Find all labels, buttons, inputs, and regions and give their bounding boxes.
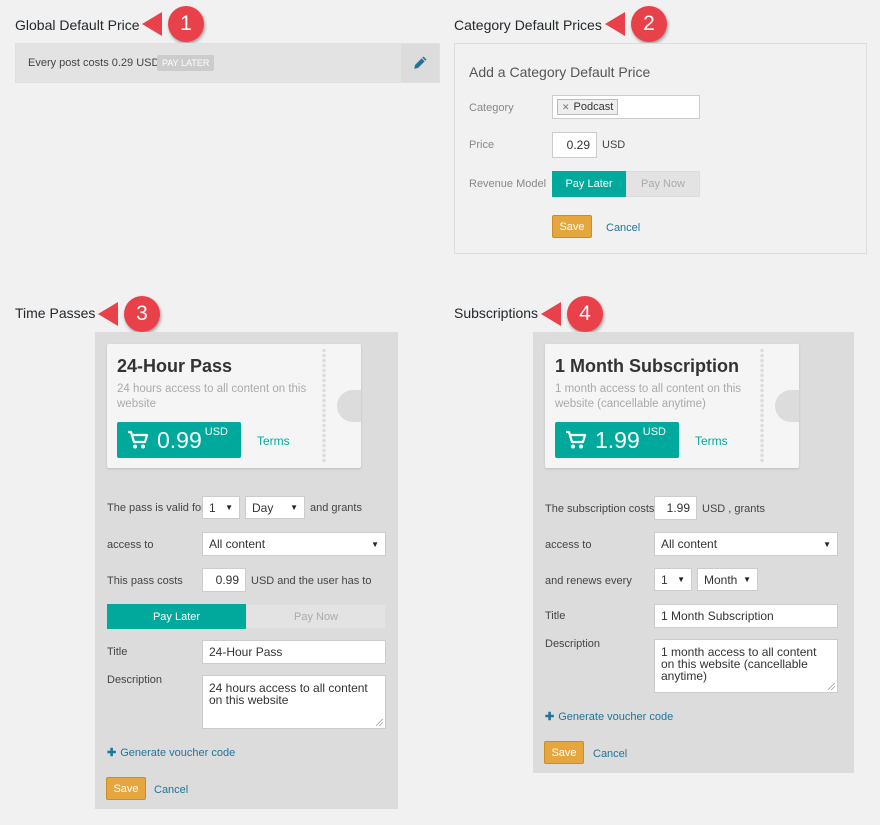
title-label: Title [107, 646, 128, 658]
description-label: Description [107, 674, 163, 686]
global-price-text: Every post costs 0.29 USD [28, 57, 160, 69]
time-pass-currency: USD [204, 426, 228, 438]
renew-unit-select[interactable]: Month ▼ [697, 568, 758, 591]
global-price-bar: Every post costs 0.29 USD PAY LATER [15, 43, 440, 83]
time-pass-buy-button[interactable]: 0.99 USD [117, 422, 241, 458]
ticket-notch [337, 390, 361, 422]
category-input[interactable]: ✕ Podcast [552, 95, 700, 119]
pass-description-textarea[interactable]: 24 hours access to all content on this w… [202, 675, 386, 729]
callout-2: 2 [605, 6, 667, 42]
access-select[interactable]: All content ▼ [202, 532, 386, 556]
time-pass-price: 0.99 [157, 426, 202, 453]
valid-for-label: The pass is valid for [107, 502, 205, 514]
cost-suffix: USD and the user has to [251, 575, 372, 587]
subscription-save-button[interactable]: Save [544, 741, 584, 764]
ticket-notch [775, 390, 799, 422]
subscription-title-label: Title [545, 610, 566, 622]
caret-down-icon: ▼ [743, 575, 751, 584]
caret-down-icon: ▼ [371, 539, 379, 549]
subscription-ticket: 1 Month Subscription 1 month access to a… [545, 344, 799, 468]
pass-costs-label: This pass costs [107, 575, 183, 587]
category-cancel-link[interactable]: Cancel [606, 222, 640, 234]
category-default-prices-heading: Category Default Prices [454, 17, 602, 33]
caret-down-icon: ▼ [823, 539, 831, 549]
and-grants-label: and grants [310, 502, 362, 514]
callout-4: 4 [541, 296, 603, 332]
subscription-currency: USD [642, 426, 666, 438]
price-label: Price [469, 139, 495, 151]
caret-down-icon: ▼ [677, 575, 685, 584]
revenue-model-label: Revenue Model [469, 178, 547, 190]
pass-pay-now-toggle[interactable]: Pay Now [246, 604, 386, 629]
subscription-ticket-title: 1 Month Subscription [555, 356, 739, 376]
time-pass-panel: 24-Hour Pass 24 hours access to all cont… [95, 332, 398, 809]
subscription-panel: 1 Month Subscription 1 month access to a… [533, 332, 854, 773]
subscription-buy-button[interactable]: 1.99 USD [555, 422, 679, 458]
edit-global-price-button[interactable] [401, 44, 439, 82]
subscription-terms-link[interactable]: Terms [695, 434, 728, 448]
generate-voucher-link[interactable]: ✚ Generate voucher code [107, 746, 235, 759]
remove-tag-icon[interactable]: ✕ [562, 102, 570, 113]
subscriptions-heading: Subscriptions [454, 305, 539, 321]
callout-3: 3 [98, 296, 160, 332]
pass-pay-later-toggle[interactable]: Pay Later [107, 604, 246, 629]
subscription-description-label: Description [545, 638, 601, 650]
pay-later-toggle[interactable]: Pay Later [552, 171, 626, 197]
renews-every-label: and renews every [545, 575, 632, 587]
pass-save-button[interactable]: Save [106, 777, 146, 800]
subscription-price: 1.99 [595, 426, 640, 453]
subscription-cost-suffix: USD , grants [702, 503, 765, 515]
pencil-icon [414, 56, 427, 69]
resize-handle-icon[interactable] [828, 683, 835, 690]
time-pass-ticket-desc: 24 hours access to all content on this w… [117, 383, 307, 410]
pass-title-input[interactable]: 24-Hour Pass [202, 640, 386, 664]
resize-handle-icon[interactable] [376, 719, 383, 726]
add-category-price-box: Add a Category Default Price Category ✕ … [454, 43, 867, 254]
global-default-price-heading: Global Default Price [15, 17, 140, 33]
renew-duration-select[interactable]: 1 ▼ [654, 568, 692, 591]
subscription-cost-input[interactable]: 1.99 [654, 496, 697, 520]
category-price-input[interactable]: 0.29 [552, 132, 597, 158]
pay-now-toggle[interactable]: Pay Now [626, 171, 700, 197]
subscription-access-select[interactable]: All content ▼ [654, 532, 838, 556]
add-category-price-title: Add a Category Default Price [469, 64, 651, 80]
cart-icon [566, 430, 587, 449]
caret-down-icon: ▼ [225, 503, 233, 512]
time-pass-ticket-title: 24-Hour Pass [117, 356, 233, 376]
subscription-description-textarea[interactable]: 1 month access to all content on this we… [654, 639, 838, 693]
subscription-generate-voucher-link[interactable]: ✚ Generate voucher code [545, 710, 673, 723]
subscription-title-input[interactable]: 1 Month Subscription [654, 604, 838, 628]
category-save-button[interactable]: Save [552, 215, 592, 238]
time-passes-heading: Time Passes [15, 305, 96, 321]
category-tag: ✕ Podcast [557, 99, 619, 115]
subscription-cancel-link[interactable]: Cancel [593, 748, 627, 760]
time-pass-ticket: 24-Hour Pass 24 hours access to all cont… [107, 344, 361, 468]
caret-down-icon: ▼ [290, 503, 298, 512]
callout-1: 1 [142, 6, 204, 42]
cart-icon [128, 430, 149, 449]
access-to-label: access to [107, 539, 154, 551]
subscription-access-label: access to [545, 539, 592, 551]
pass-cancel-link[interactable]: Cancel [154, 784, 188, 796]
valid-duration-select[interactable]: 1 ▼ [202, 496, 240, 519]
price-currency: USD [602, 139, 626, 151]
category-label: Category [469, 102, 514, 114]
ticket-perforation [321, 348, 327, 464]
valid-unit-select[interactable]: Day ▼ [245, 496, 305, 519]
plus-icon: ✚ [545, 711, 555, 723]
time-pass-terms-link[interactable]: Terms [257, 434, 290, 448]
pass-cost-input[interactable]: 0.99 [202, 568, 246, 592]
subscription-ticket-desc: 1 month access to all content on this we… [555, 383, 742, 410]
ticket-perforation [759, 348, 765, 464]
subscription-costs-label: The subscription costs [545, 503, 655, 515]
pay-later-badge: PAY LATER [157, 55, 215, 71]
plus-icon: ✚ [107, 747, 117, 759]
